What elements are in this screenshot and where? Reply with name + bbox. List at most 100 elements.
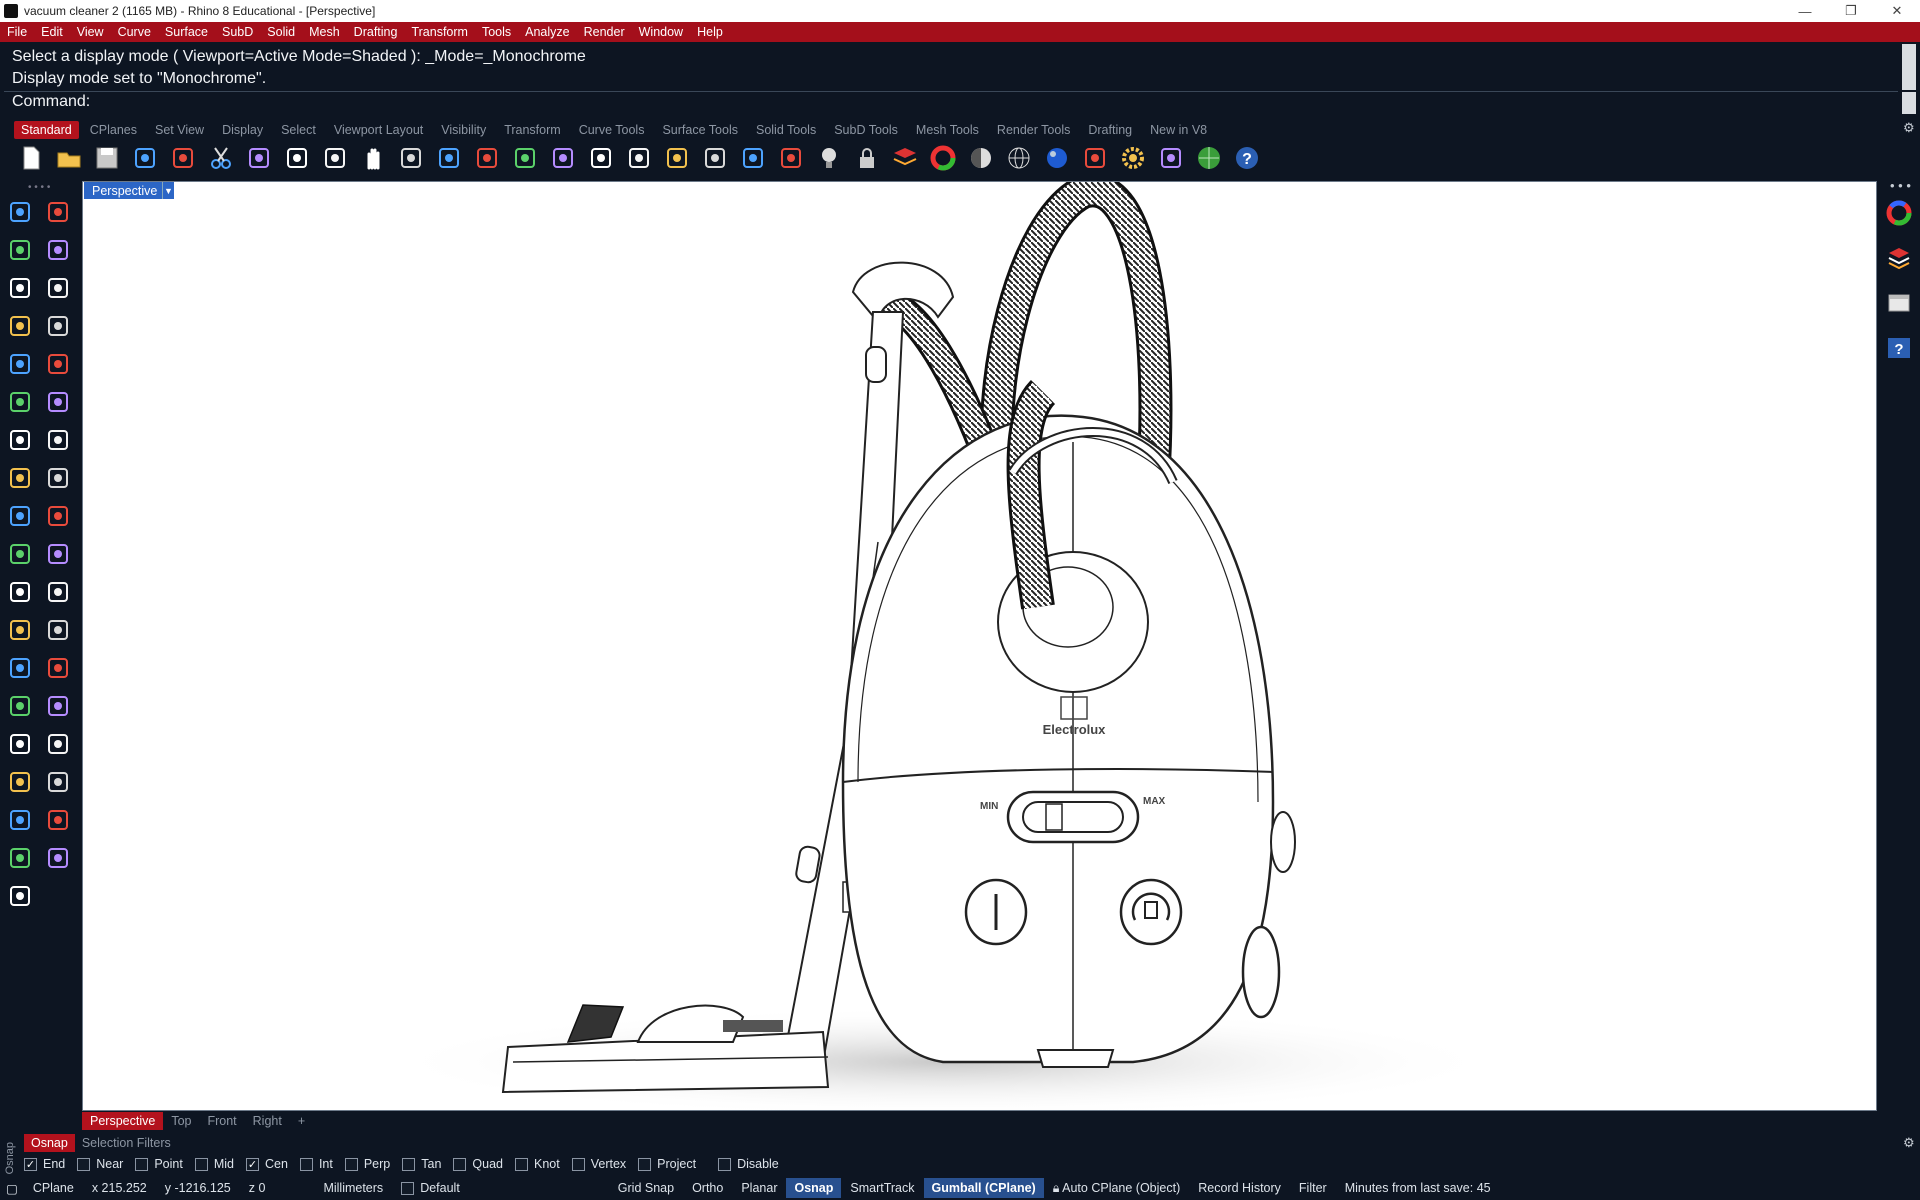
offset-icon[interactable] [4, 614, 36, 646]
toolbar-tab-visibility[interactable]: Visibility [434, 121, 493, 139]
properties-panel-icon[interactable] [1882, 286, 1916, 320]
menu-solid[interactable]: Solid [260, 25, 302, 39]
snap-tab-selection-filters[interactable]: Selection Filters [75, 1134, 178, 1152]
globe-icon[interactable] [1192, 142, 1226, 174]
osnap-tan-checkbox[interactable]: Tan [402, 1157, 441, 1171]
toolbar-tab-curve-tools[interactable]: Curve Tools [572, 121, 652, 139]
zoom-extents-icon[interactable] [508, 142, 542, 174]
shade-icon[interactable] [42, 842, 74, 874]
copy-icon[interactable] [242, 142, 276, 174]
boolean-union-icon[interactable] [4, 576, 36, 608]
toolbar-tab-transform[interactable]: Transform [497, 121, 568, 139]
fillet-curve-icon[interactable] [42, 348, 74, 380]
boolean-split-icon[interactable] [42, 576, 74, 608]
curve-icon[interactable] [42, 234, 74, 266]
toolbar-tab-subd-tools[interactable]: SubD Tools [827, 121, 905, 139]
box-solid-icon[interactable] [4, 424, 36, 456]
save-icon[interactable] [90, 142, 124, 174]
rotate-view-icon[interactable] [394, 142, 428, 174]
layers-panel-icon[interactable] [1882, 241, 1916, 275]
check-icon[interactable] [4, 842, 36, 874]
settings-gear-icon[interactable] [1116, 142, 1150, 174]
command-scrollbar[interactable] [1902, 92, 1916, 114]
cplane-grid-icon[interactable] [698, 142, 732, 174]
menu-view[interactable]: View [70, 25, 111, 39]
shaded-sphere-icon[interactable] [964, 142, 998, 174]
color-wheel-icon[interactable] [1882, 196, 1916, 230]
pan-icon[interactable] [356, 142, 390, 174]
new-file-icon[interactable] [14, 142, 48, 174]
toolbar-tab-solid-tools[interactable]: Solid Tools [749, 121, 823, 139]
menu-drafting[interactable]: Drafting [347, 25, 405, 39]
status-window-icon[interactable]: ▢ [0, 1181, 24, 1196]
command-line[interactable]: Command: [4, 91, 1898, 115]
gumball-toggle[interactable]: Gumball (CPlane) [923, 1178, 1044, 1198]
revolve-icon[interactable] [42, 386, 74, 418]
rectangle-icon[interactable] [42, 310, 74, 342]
fillet-icon[interactable] [42, 614, 74, 646]
circle-icon[interactable] [4, 272, 36, 304]
units-label[interactable]: Millimeters [314, 1181, 392, 1195]
viewport-title-tab[interactable]: Perspective [84, 182, 166, 199]
menu-window[interactable]: Window [632, 25, 690, 39]
osnap-perp-checkbox[interactable]: Perp [344, 1157, 390, 1171]
lock-icon[interactable] [850, 142, 884, 174]
menu-surface[interactable]: Surface [158, 25, 215, 39]
toolbar-tab-set-view[interactable]: Set View [148, 121, 211, 139]
analyze-icon[interactable] [4, 804, 36, 836]
print-icon[interactable] [128, 142, 162, 174]
layers-icon[interactable] [888, 142, 922, 174]
zoom-icon[interactable] [432, 142, 466, 174]
open-file-icon[interactable] [52, 142, 86, 174]
import-icon[interactable] [166, 142, 200, 174]
scale-icon[interactable] [42, 652, 74, 684]
paste-icon[interactable] [280, 142, 314, 174]
add-viewport-tab-button[interactable]: + [290, 1112, 313, 1130]
toolbar-tab-viewport-layout[interactable]: Viewport Layout [327, 121, 430, 139]
record-history-toggle[interactable]: Record History [1189, 1181, 1290, 1195]
dimension-icon[interactable] [42, 766, 74, 798]
osnap-toggle-icon[interactable] [736, 142, 770, 174]
dimension-icon[interactable] [1154, 142, 1188, 174]
toolbar-tab-surface-tools[interactable]: Surface Tools [655, 121, 745, 139]
viewport-tab-perspective[interactable]: Perspective [82, 1112, 164, 1130]
ellipse-icon[interactable] [42, 272, 74, 304]
color-wheel-icon[interactable] [926, 142, 960, 174]
text-icon[interactable] [4, 652, 36, 684]
toolbar-tab-cplanes[interactable]: CPlanes [83, 121, 144, 139]
minimize-button[interactable]: — [1782, 0, 1828, 22]
transform-move-icon[interactable] [4, 538, 36, 570]
osnap-int-checkbox[interactable]: Int [299, 1157, 333, 1171]
car-named-views-icon[interactable] [660, 142, 694, 174]
toolbar-tab-display[interactable]: Display [215, 121, 270, 139]
restore-button[interactable]: ❐ [1828, 0, 1874, 22]
snap-tab-osnap[interactable]: Osnap [24, 1134, 75, 1152]
arc-icon[interactable] [4, 310, 36, 342]
menu-analyze[interactable]: Analyze [518, 25, 576, 39]
polygon-icon[interactable] [4, 348, 36, 380]
menu-mesh[interactable]: Mesh [302, 25, 347, 39]
menu-render[interactable]: Render [577, 25, 632, 39]
viewport-tab-front[interactable]: Front [199, 1112, 244, 1130]
viewport-tab-top[interactable]: Top [163, 1112, 199, 1130]
smarttrack-toggle[interactable]: SmartTrack [841, 1181, 923, 1195]
menu-subd[interactable]: SubD [215, 25, 260, 39]
toolbar-grip-icon[interactable]: • • • • [28, 182, 50, 193]
toolbar-tab-new-in-v8[interactable]: New in V8 [1143, 121, 1214, 139]
osnap-cen-checkbox[interactable]: ✓ Cen [246, 1157, 288, 1171]
osnap-quad-checkbox[interactable]: Quad [453, 1157, 503, 1171]
array-icon[interactable] [4, 690, 36, 722]
panel-settings-gear-icon[interactable]: ⚙ [1903, 1135, 1915, 1151]
select-arrow-icon[interactable] [4, 196, 36, 228]
cylinder-icon[interactable] [4, 462, 36, 494]
drafting-pen-icon[interactable] [4, 880, 36, 912]
osnap-toggle[interactable]: Osnap [786, 1178, 842, 1198]
viewport-tab-right[interactable]: Right [245, 1112, 290, 1130]
material-icon[interactable] [1078, 142, 1112, 174]
auto-cplane-toggle[interactable]: 🔒︎ Auto CPlane (Object) [1044, 1181, 1190, 1196]
close-button[interactable]: ✕ [1874, 0, 1920, 22]
drape-icon[interactable] [42, 690, 74, 722]
menu-edit[interactable]: Edit [34, 25, 70, 39]
panel-grip-icon[interactable]: • • • [1890, 178, 1911, 193]
osnap-point-checkbox[interactable]: Point [135, 1157, 183, 1171]
